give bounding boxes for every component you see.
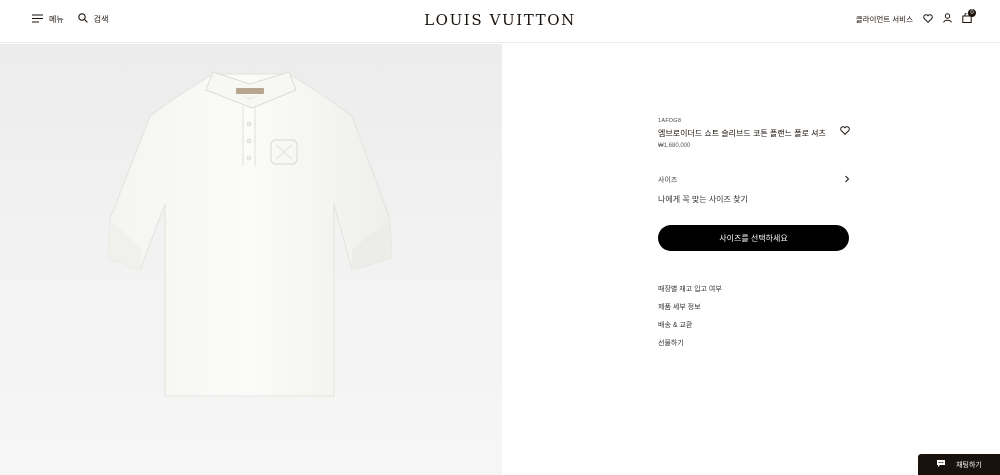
size-guide-link[interactable]: 나에게 꼭 맞는 사이즈 찾기 — [658, 194, 850, 205]
title-row: 엠브로이더드 쇼트 슬리브드 코튼 플랜느 폴로 셔츠 — [658, 126, 850, 139]
info-link[interactable]: 매장별 재고 입고 여부 — [658, 284, 850, 294]
heart-icon[interactable] — [840, 122, 850, 140]
brand-logo[interactable]: LOUIS VUITTON — [0, 11, 1000, 29]
user-icon[interactable] — [943, 13, 952, 25]
product-image-panel[interactable] — [0, 44, 502, 475]
info-link[interactable]: 제품 세부 정보 — [658, 302, 850, 312]
chat-button[interactable]: 채팅하기 — [918, 454, 1000, 475]
cart-button[interactable]: 0 — [962, 9, 976, 25]
cart-count-badge: 0 — [968, 9, 976, 17]
site-header: 메뉴 검색 LOUIS VUITTON 클라이언트 서비스 0 — [0, 0, 1000, 43]
product-info: 1AFDG8 엠브로이더드 쇼트 슬리브드 코튼 플랜느 폴로 셔츠 ₩1,68… — [658, 118, 850, 348]
bag-icon — [962, 12, 972, 25]
chevron-right-icon — [844, 175, 850, 185]
size-label: 사이즈 — [658, 177, 678, 184]
client-service-link[interactable]: 클라이언트 서비스 — [856, 14, 913, 25]
header-right: 클라이언트 서비스 0 — [856, 9, 976, 25]
size-selector[interactable]: 사이즈 — [658, 175, 850, 185]
chat-label: 채팅하기 — [956, 461, 982, 469]
product-title: 엠브로이더드 쇼트 슬리브드 코튼 플랜느 폴로 셔츠 — [658, 129, 826, 138]
info-link[interactable]: 배송 & 교환 — [658, 320, 850, 330]
product-price: ₩1,680,000 — [658, 143, 691, 149]
heart-icon[interactable] — [923, 13, 933, 25]
select-size-button[interactable]: 사이즈를 선택하세요 — [658, 225, 849, 251]
chat-bubble-icon — [936, 459, 946, 470]
info-links: 매장별 재고 입고 여부 제품 세부 정보 배송 & 교환 선물하기 — [658, 284, 850, 348]
info-link[interactable]: 선물하기 — [658, 338, 850, 348]
product-sku: 1AFDG8 — [658, 118, 682, 124]
product-image — [107, 71, 393, 397]
